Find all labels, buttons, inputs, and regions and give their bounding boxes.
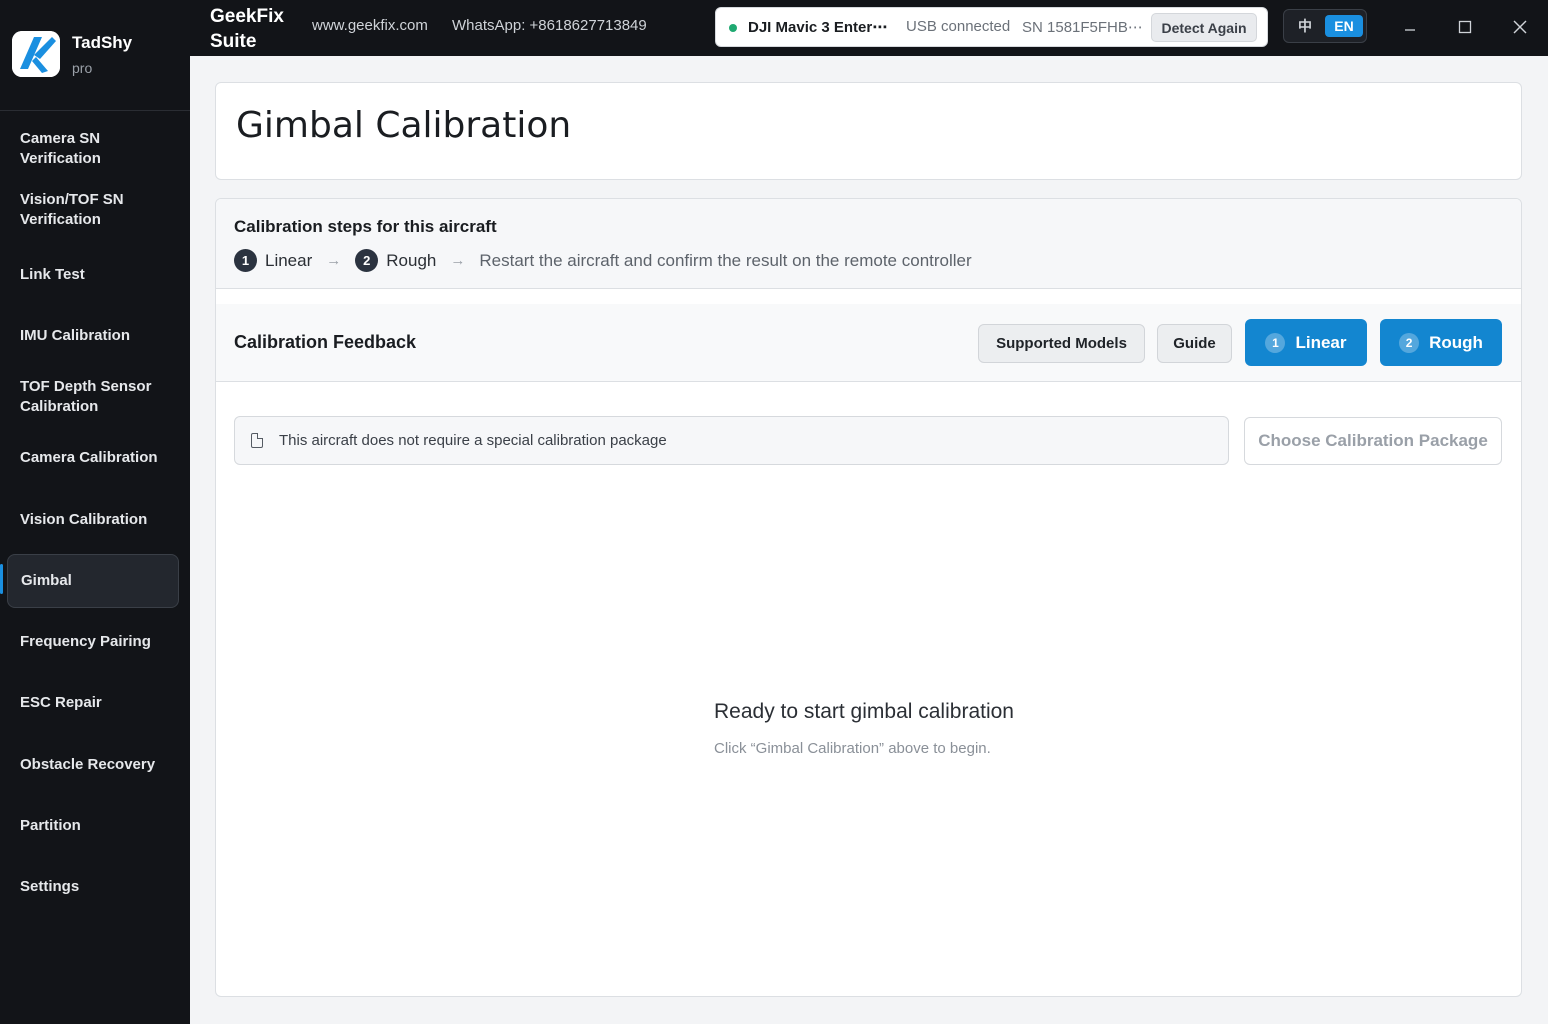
- close-icon: [1513, 20, 1527, 34]
- package-info-text: This aircraft does not require a special…: [279, 432, 667, 449]
- button-label: Rough: [1429, 332, 1483, 352]
- guide-button[interactable]: Guide: [1157, 324, 1232, 363]
- device-status-bar: DJI Mavic 3 Enter⋯ USB connected SN 1581…: [715, 7, 1268, 47]
- sidebar-item-esc-repair[interactable]: ESC Repair: [7, 676, 179, 730]
- step-label-linear: Linear: [265, 250, 313, 270]
- usb-status: USB connected: [906, 18, 1011, 35]
- app-window: TadShy pro Camera SN Verification Vision…: [0, 0, 1548, 1024]
- minimize-icon: [1405, 29, 1415, 31]
- linear-calibration-button[interactable]: 1 Linear: [1245, 319, 1367, 366]
- choose-calibration-package-button[interactable]: Choose Calibration Package: [1244, 417, 1502, 465]
- file-icon: [251, 433, 263, 448]
- sidebar-item-imu-calibration[interactable]: IMU Calibration: [7, 309, 179, 363]
- sidebar-item-label: Link Test: [20, 266, 85, 283]
- button-number-badge: 1: [1265, 332, 1286, 353]
- step-number-badge: 2: [355, 249, 379, 272]
- brand-logo-icon: [12, 31, 60, 77]
- maximize-icon: [1458, 20, 1472, 34]
- arrow-right-icon: →: [450, 252, 466, 269]
- brand-tier: pro: [72, 60, 93, 76]
- step-number-badge: 1: [234, 249, 257, 272]
- sidebar-item-label: Camera SN Verification: [20, 130, 101, 167]
- sidebar-item-label: ESC Repair: [20, 694, 102, 711]
- sidebar-item-label: Vision Calibration: [20, 511, 148, 528]
- minimize-button[interactable]: [1395, 12, 1425, 42]
- arrow-right-icon: →: [326, 252, 342, 269]
- rough-calibration-button[interactable]: 2 Rough: [1380, 319, 1502, 366]
- language-option-zh[interactable]: 中: [1290, 15, 1320, 37]
- sidebar-item-label: Partition: [20, 817, 81, 834]
- maximize-button[interactable]: [1450, 12, 1480, 42]
- feedback-header: Calibration Feedback Supported Models Gu…: [216, 304, 1521, 382]
- app-title: GeekFix Suite: [210, 6, 284, 52]
- whatsapp-contact: WhatsApp: +8618627713849: [452, 17, 647, 34]
- sidebar-item-label: Gimbal: [21, 572, 72, 589]
- connection-status-dot: [729, 24, 737, 32]
- language-option-en[interactable]: EN: [1325, 15, 1363, 37]
- sidebar-item-label: Camera Calibration: [20, 449, 158, 466]
- button-number-badge: 2: [1399, 332, 1420, 353]
- sidebar-item-vision-tof-sn-verification[interactable]: Vision/TOF SN Verification: [7, 183, 179, 237]
- step-final-instruction: Restart the aircraft and confirm the res…: [479, 250, 972, 270]
- sidebar-item-partition[interactable]: Partition: [7, 799, 179, 853]
- empty-state-title: Ready to start gimbal calibration: [714, 700, 1014, 723]
- steps-row: 1 Linear → 2 Rough → Restart the aircraf…: [234, 249, 972, 272]
- sidebar-item-label: Settings: [20, 878, 80, 895]
- steps-title: Calibration steps for this aircraft: [234, 217, 497, 236]
- device-name: DJI Mavic 3 Enter⋯: [748, 19, 888, 36]
- website-link[interactable]: www.geekfix.com: [312, 17, 428, 34]
- calibration-card: Calibration steps for this aircraft 1 Li…: [215, 198, 1522, 997]
- sidebar-item-camera-sn-verification[interactable]: Camera SN Verification: [7, 122, 179, 176]
- calibration-steps: Calibration steps for this aircraft 1 Li…: [216, 199, 1521, 289]
- sidebar-item-settings[interactable]: Settings: [7, 860, 179, 914]
- sidebar-item-label: Frequency Pairing: [20, 633, 151, 650]
- title-bar: GeekFix Suite www.geekfix.com WhatsApp: …: [190, 0, 1548, 56]
- sidebar-item-label: Vision/TOF SN Verification: [20, 191, 124, 228]
- sidebar-item-link-test[interactable]: Link Test: [7, 248, 179, 302]
- active-nav-marker: [0, 564, 3, 594]
- page-title: Gimbal Calibration: [236, 105, 572, 146]
- sidebar: TadShy pro Camera SN Verification Vision…: [0, 0, 190, 1024]
- main-content: Gimbal Calibration Calibration steps for…: [190, 56, 1548, 1024]
- empty-state-subtitle: Click “Gimbal Calibration” above to begi…: [714, 740, 991, 757]
- sidebar-item-obstacle-recovery[interactable]: Obstacle Recovery: [7, 738, 179, 792]
- step-label-rough: Rough: [386, 250, 437, 270]
- brand-header: TadShy pro: [0, 0, 190, 111]
- feedback-title: Calibration Feedback: [234, 332, 417, 352]
- detect-again-button[interactable]: Detect Again: [1151, 13, 1257, 42]
- sidebar-item-tof-depth-sensor-calibration[interactable]: TOF Depth Sensor Calibration: [7, 370, 179, 424]
- button-label: Linear: [1295, 332, 1347, 352]
- sidebar-item-camera-calibration[interactable]: Camera Calibration: [7, 431, 179, 485]
- sidebar-item-label: TOF Depth Sensor Calibration: [20, 378, 152, 415]
- calibration-package-info: This aircraft does not require a special…: [234, 416, 1229, 465]
- sidebar-item-label: Obstacle Recovery: [20, 756, 156, 773]
- supported-models-button[interactable]: Supported Models: [978, 324, 1145, 363]
- device-serial: SN 1581F5FHB⋯: [1022, 19, 1143, 36]
- close-window-button[interactable]: [1505, 12, 1535, 42]
- sidebar-item-gimbal[interactable]: Gimbal: [7, 554, 179, 608]
- language-switcher: 中 EN: [1283, 9, 1367, 43]
- page-header-card: Gimbal Calibration: [215, 82, 1522, 180]
- sidebar-item-vision-calibration[interactable]: Vision Calibration: [7, 493, 179, 547]
- sidebar-item-label: IMU Calibration: [20, 327, 131, 344]
- sidebar-item-frequency-pairing[interactable]: Frequency Pairing: [7, 615, 179, 669]
- brand-name: TadShy: [72, 33, 133, 52]
